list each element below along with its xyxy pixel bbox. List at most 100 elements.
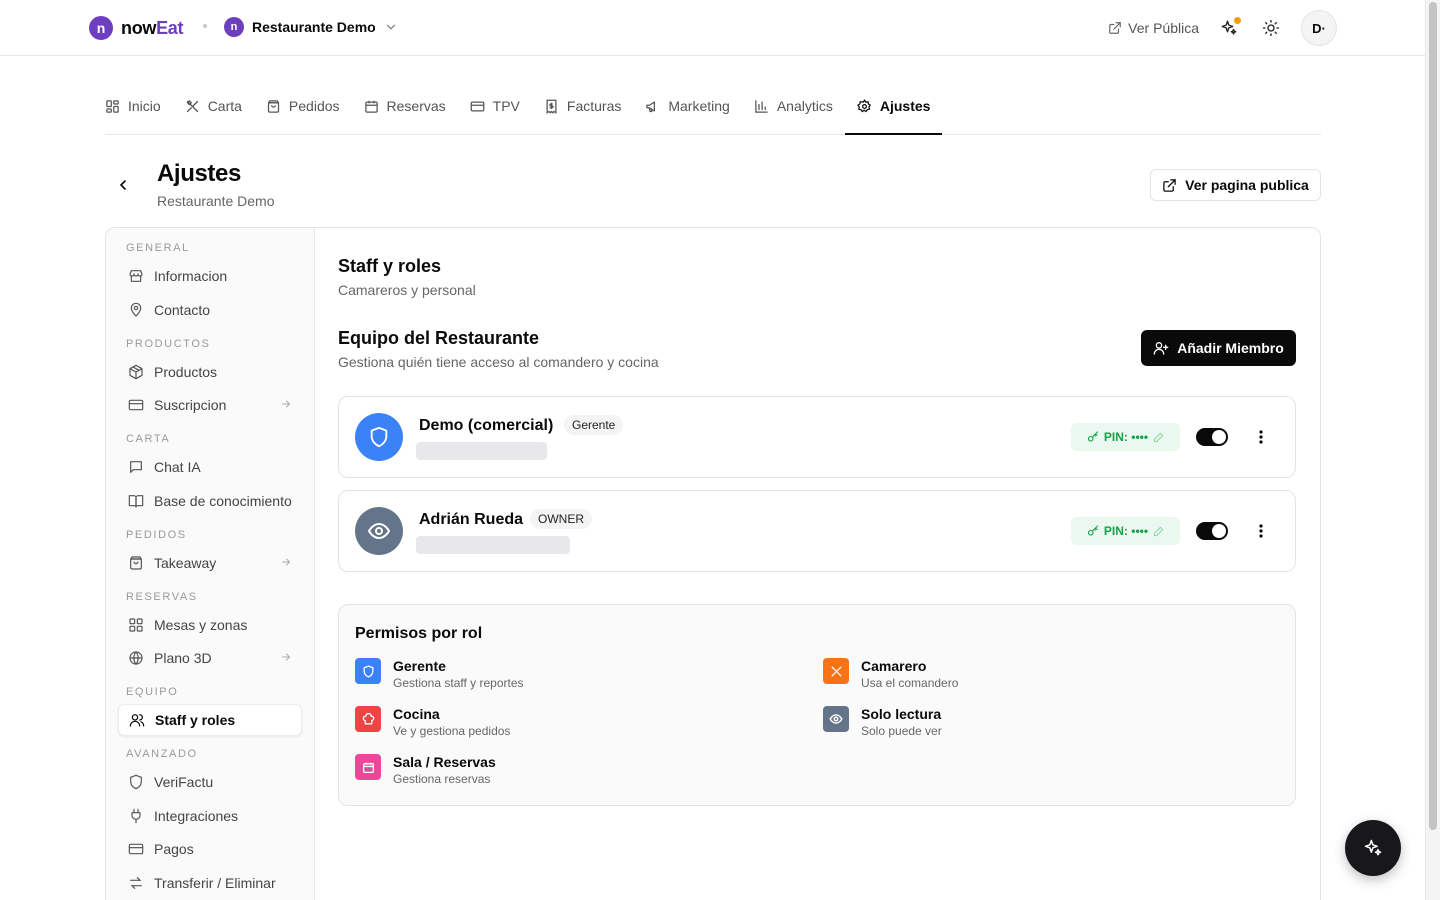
member-card: Demo (comercial) Gerente PIN: •••• [338,396,1296,478]
settings-sidebar: GENERAL Informacion Contacto PRODUCTOS P… [106,228,315,900]
sidebar-item-pagos[interactable]: Pagos [118,833,302,865]
tab-tpv[interactable]: TPV [458,78,532,134]
shield-icon [368,426,390,448]
member-active-toggle[interactable] [1196,522,1228,540]
bar-chart-icon [754,99,769,114]
sidebar-item-suscripcion[interactable]: Suscripcion [118,389,302,421]
user-plus-icon [1153,340,1169,356]
member-name: Adrián Rueda [419,511,524,528]
grid-icon [105,99,120,114]
pencil-icon[interactable] [1153,432,1164,443]
bag-icon [266,99,281,114]
member-role-badge: OWNER [530,509,592,529]
member-pin[interactable]: PIN: •••• [1071,423,1180,451]
card-icon [128,841,144,857]
more-vertical-icon [1259,430,1263,444]
add-member-button[interactable]: Añadir Miembro [1141,330,1296,366]
section-title: Staff y roles [338,256,442,276]
member-pin[interactable]: PIN: •••• [1071,517,1180,545]
tab-pedidos[interactable]: Pedidos [254,78,352,134]
restaurant-logo: n [224,17,244,37]
sparkles-button[interactable] [1217,16,1241,40]
tab-reservas[interactable]: Reservas [352,78,458,134]
member-avatar [355,507,403,555]
member-active-toggle[interactable] [1196,428,1228,446]
arrow-right-icon [280,651,292,663]
member-avatar [355,413,403,461]
sidebar-item-contacto[interactable]: Contacto [118,294,302,326]
sidebar-item-informacion[interactable]: Informacion [118,260,302,292]
brand-logo[interactable]: n nowEat [89,16,184,40]
ver-pagina-publica-button[interactable]: Ver pagina publica [1150,169,1321,201]
user-avatar[interactable]: D· [1301,10,1337,46]
team-subtitle: Gestiona quién tiene acceso al comandero… [338,354,659,370]
shield-icon [128,774,144,790]
team-title: Equipo del Restaurante [338,328,540,348]
book-icon [128,493,144,509]
grid-icon [128,617,144,633]
page-subtitle: Restaurante Demo [157,193,275,209]
role-camarero: Camarero Usa el comandero [823,657,958,691]
back-button[interactable] [111,173,135,197]
store-icon [128,268,144,284]
more-vertical-icon [1259,524,1263,538]
chevron-down-icon [384,20,398,34]
sidebar-item-chat-ia[interactable]: Chat IA [118,451,302,483]
sidebar-item-staff-roles[interactable]: Staff y roles [118,704,302,736]
sidebar-item-plano-3d[interactable]: Plano 3D [118,642,302,674]
calendar-icon [364,99,379,114]
gear-icon [856,98,872,114]
tab-analytics[interactable]: Analytics [742,78,845,134]
member-email-placeholder [416,442,547,460]
calendar-icon [355,754,381,780]
member-menu-button[interactable] [1251,520,1271,542]
tab-ajustes[interactable]: Ajustes [844,78,943,135]
sidebar-group-productos: PRODUCTOS [126,337,211,350]
sidebar-group-pedidos: PEDIDOS [126,528,187,541]
receipt-icon [544,99,559,114]
sun-icon [1262,19,1280,37]
sidebar-group-reservas: RESERVAS [126,590,198,603]
arrow-right-icon [280,556,292,568]
role-cocina: Cocina Ve y gestiona pedidos [355,705,510,739]
transfer-icon [128,875,144,891]
restaurant-switcher[interactable]: n Restaurante Demo [224,17,398,37]
sidebar-item-transferir-eliminar[interactable]: Transferir / Eliminar [118,867,302,899]
eye-icon [823,706,849,732]
sidebar-item-verifactu[interactable]: VeriFactu [118,766,302,798]
sidebar-item-takeaway[interactable]: Takeaway [118,547,302,579]
card-icon [470,99,485,114]
sidebar-item-base-conocimiento[interactable]: Base de conocimiento [118,485,302,517]
scrollbar-thumb[interactable] [1429,2,1437,830]
sidebar-group-general: GENERAL [126,242,190,254]
key-icon [1087,525,1099,537]
key-icon [1087,431,1099,443]
ai-assistant-button[interactable] [1345,820,1401,876]
separator-dot [203,24,207,28]
sidebar-item-productos[interactable]: Productos [118,356,302,388]
tab-inicio[interactable]: Inicio [105,78,173,134]
settings-panel: GENERAL Informacion Contacto PRODUCTOS P… [105,227,1321,900]
chat-icon [128,459,144,475]
external-link-icon [1162,178,1177,193]
ver-publica-link[interactable]: Ver Pública [1108,20,1199,36]
sidebar-item-mesas-zonas[interactable]: Mesas y zonas [118,609,302,641]
member-menu-button[interactable] [1251,426,1271,448]
sidebar-group-equipo: EQUIPO [126,686,179,698]
top-bar: n nowEat n Restaurante Demo Ver Pública … [0,0,1425,56]
tab-carta[interactable]: Carta [173,78,254,134]
megaphone-icon [645,99,660,114]
users-icon [129,712,145,728]
main-nav-tabs: Inicio Carta Pedidos Reservas TPV Factur… [105,78,1321,135]
theme-toggle-button[interactable] [1259,16,1283,40]
sparkles-icon [1363,838,1383,858]
shield-icon [355,658,381,684]
tab-marketing[interactable]: Marketing [633,78,741,134]
role-gerente: Gerente Gestiona staff y reportes [355,657,524,691]
pencil-icon[interactable] [1153,526,1164,537]
page-scrollbar[interactable] [1425,0,1440,900]
package-icon [128,364,144,380]
sidebar-item-integraciones[interactable]: Integraciones [118,800,302,832]
tab-facturas[interactable]: Facturas [532,78,633,134]
globe-icon [128,650,144,666]
